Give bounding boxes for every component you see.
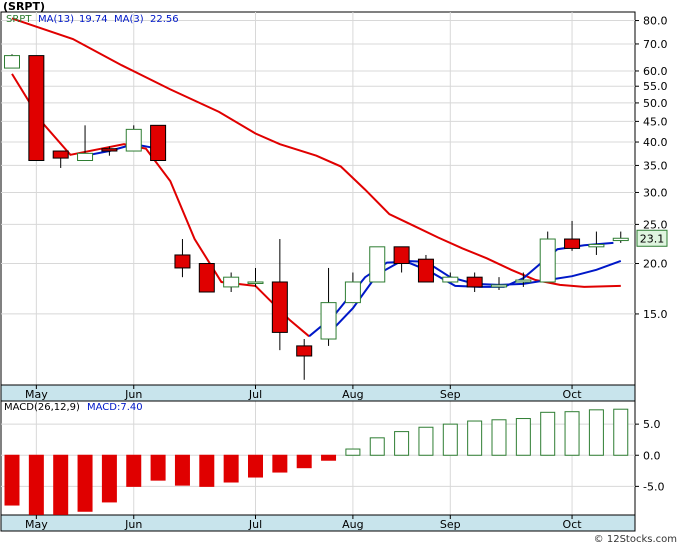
macd-bar (588, 409, 604, 456)
candle-body (52, 150, 69, 159)
price-month-label: Oct (563, 388, 583, 401)
macd-bar (174, 454, 190, 486)
candle-body (564, 238, 581, 249)
price-month-label: Aug (342, 388, 363, 401)
price-ytick-label: 60.0 (643, 65, 668, 78)
macd-bar (126, 454, 142, 487)
legend-ma1-value: 19.74 (79, 14, 108, 25)
candle-body (539, 238, 556, 283)
macd-bar (53, 454, 69, 515)
price-ytick-label: 35.0 (643, 159, 668, 172)
candle-body (588, 243, 605, 248)
price-ytick-label: 50.0 (643, 97, 668, 110)
candle-body (442, 276, 459, 283)
macd-month-label: Aug (342, 518, 363, 531)
candle-body (320, 302, 337, 340)
candle-body (515, 279, 532, 283)
candle-body (393, 246, 410, 265)
candle-body (4, 55, 20, 69)
legend-ma2-value: 22.56 (150, 14, 179, 25)
candle-body (223, 276, 240, 288)
price-month-label: Jul (248, 388, 262, 401)
price-ytick-label: 40.0 (643, 136, 668, 149)
candle-body (491, 284, 507, 288)
macd-bar (77, 454, 93, 512)
macd-ytick-label: -5.0 (643, 480, 664, 493)
price-ytick-label: 45.0 (643, 115, 668, 128)
candle-body (417, 258, 434, 283)
macd-legend-value: MACD:7.40 (87, 402, 143, 413)
macd-bar (394, 431, 410, 456)
legend-ma2-label: MA(3) (114, 14, 144, 25)
macd-bar (296, 454, 312, 469)
macd-bar (28, 454, 44, 515)
macd-bar (442, 423, 458, 456)
price-ytick-label: 55.0 (643, 80, 668, 93)
price-ytick-label: 30.0 (643, 186, 668, 199)
price-month-label: May (25, 388, 48, 401)
macd-ytick-label: 5.0 (643, 418, 661, 431)
legend-ma1-label: MA(13) (38, 14, 74, 25)
macd-bar (321, 454, 337, 461)
macd-ytick-label: 0.0 (643, 449, 661, 462)
price-ytick-label: 20.0 (643, 258, 668, 271)
macd-bar (150, 454, 166, 481)
price-ytick-label: 70.0 (643, 38, 668, 51)
chart-root: 15.0 20.0 25.0 30.0 35.0 40.0 45.0 50.0 55.0 60.0… (0, 0, 680, 546)
macd-bar (540, 411, 556, 456)
last-price-value: 23.1 (640, 232, 665, 245)
macd-bar (248, 454, 263, 478)
candle-body (344, 281, 361, 304)
candle-body (198, 263, 215, 293)
macd-bar (345, 448, 361, 456)
macd-panel-frame (0, 397, 636, 529)
candle-body (174, 254, 191, 269)
macd-bar (369, 437, 385, 456)
legend-symbol: SRPT (6, 14, 32, 25)
candle-body (247, 281, 264, 284)
candle-body (101, 148, 118, 152)
macd-axis-strip (0, 514, 636, 532)
macd-legend-label: MACD(26,12,9) (4, 402, 80, 413)
candle-body (296, 345, 313, 357)
macd-bar (418, 426, 434, 456)
macd-bar (4, 454, 20, 506)
price-ytick-label: 80.0 (643, 15, 668, 28)
candle-body (369, 246, 386, 283)
macd-month-label: Jun (124, 518, 142, 531)
macd-bar (101, 454, 117, 503)
copyright-footer: © 12Stocks.com (593, 534, 677, 545)
macd-month-label: Sep (440, 518, 461, 531)
price-panel-frame (0, 11, 636, 402)
macd-bar (199, 454, 215, 487)
macd-month-label: May (25, 518, 48, 531)
macd-bar (564, 411, 580, 456)
price-month-label: Jun (124, 388, 142, 401)
price-ytick-label: 25.0 (643, 218, 668, 231)
ticker-title: (SRPT) (3, 0, 46, 13)
macd-month-label: Oct (563, 518, 583, 531)
candle-body (466, 276, 483, 288)
stock-chart: 15.0 20.0 25.0 30.0 35.0 40.0 45.0 50.0 55.0 60.0… (0, 11, 668, 532)
macd-bar (613, 408, 629, 456)
price-month-label: Sep (440, 388, 461, 401)
macd-month-label: Jul (248, 518, 262, 531)
price-axis-strip (0, 384, 636, 402)
candle-body (77, 152, 94, 161)
candle-body (612, 237, 629, 242)
candle-body (271, 281, 288, 333)
candle-body (150, 124, 167, 161)
candle-body (28, 55, 45, 161)
macd-bar (491, 419, 507, 456)
candle-body (125, 128, 142, 152)
price-ytick-label: 15.0 (643, 308, 668, 321)
macd-bar (515, 418, 531, 456)
macd-bar (223, 454, 239, 483)
macd-bar (272, 454, 288, 473)
macd-bar (467, 420, 483, 456)
